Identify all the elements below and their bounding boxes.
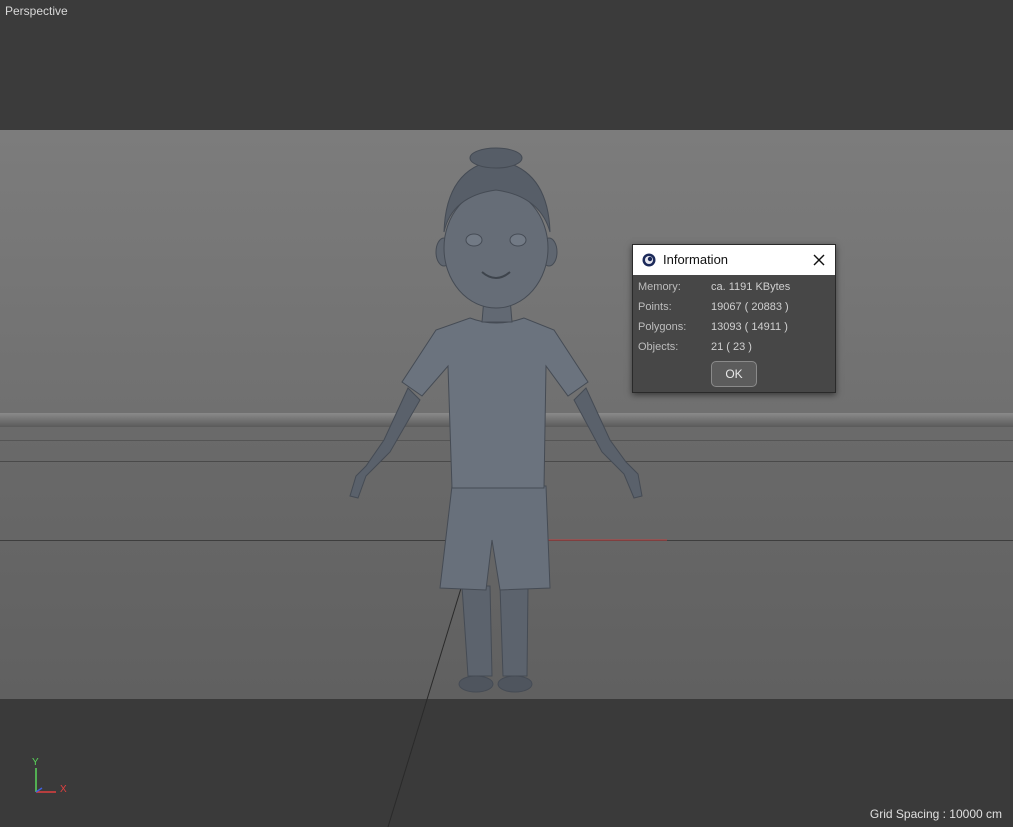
camera-label[interactable]: Perspective — [5, 4, 68, 18]
polygons-value: 13093 ( 14911 ) — [711, 321, 788, 333]
points-value: 19067 ( 20883 ) — [711, 301, 789, 313]
character-figure — [349, 147, 643, 693]
memory-label: Memory: — [638, 281, 681, 293]
objects-label: Objects: — [638, 341, 679, 353]
cinema4d-logo-icon — [642, 253, 656, 267]
information-dialog: Information Memory: ca. 1191 KBytes Poin… — [632, 244, 836, 393]
polygons-label: Polygons: — [638, 321, 687, 333]
ok-button[interactable]: OK — [711, 361, 757, 387]
dialog-titlebar[interactable]: Information — [633, 245, 835, 275]
objects-value: 21 ( 23 ) — [711, 341, 752, 353]
memory-value: ca. 1191 KBytes — [711, 281, 791, 293]
dialog-title: Information — [663, 252, 729, 267]
character-model[interactable] — [0, 0, 1013, 827]
close-icon[interactable] — [809, 250, 829, 270]
grid-spacing-label: Grid Spacing : 10000 cm — [869, 807, 1002, 821]
3d-viewport[interactable]: Perspective Y X Grid Spacing : 10000 cm — [0, 0, 1013, 827]
perspective-line — [387, 584, 463, 827]
y-axis-label: Y — [32, 757, 39, 768]
axis-gizmo — [35, 768, 56, 793]
x-axis-label: X — [60, 784, 67, 795]
points-label: Points: — [638, 301, 672, 313]
